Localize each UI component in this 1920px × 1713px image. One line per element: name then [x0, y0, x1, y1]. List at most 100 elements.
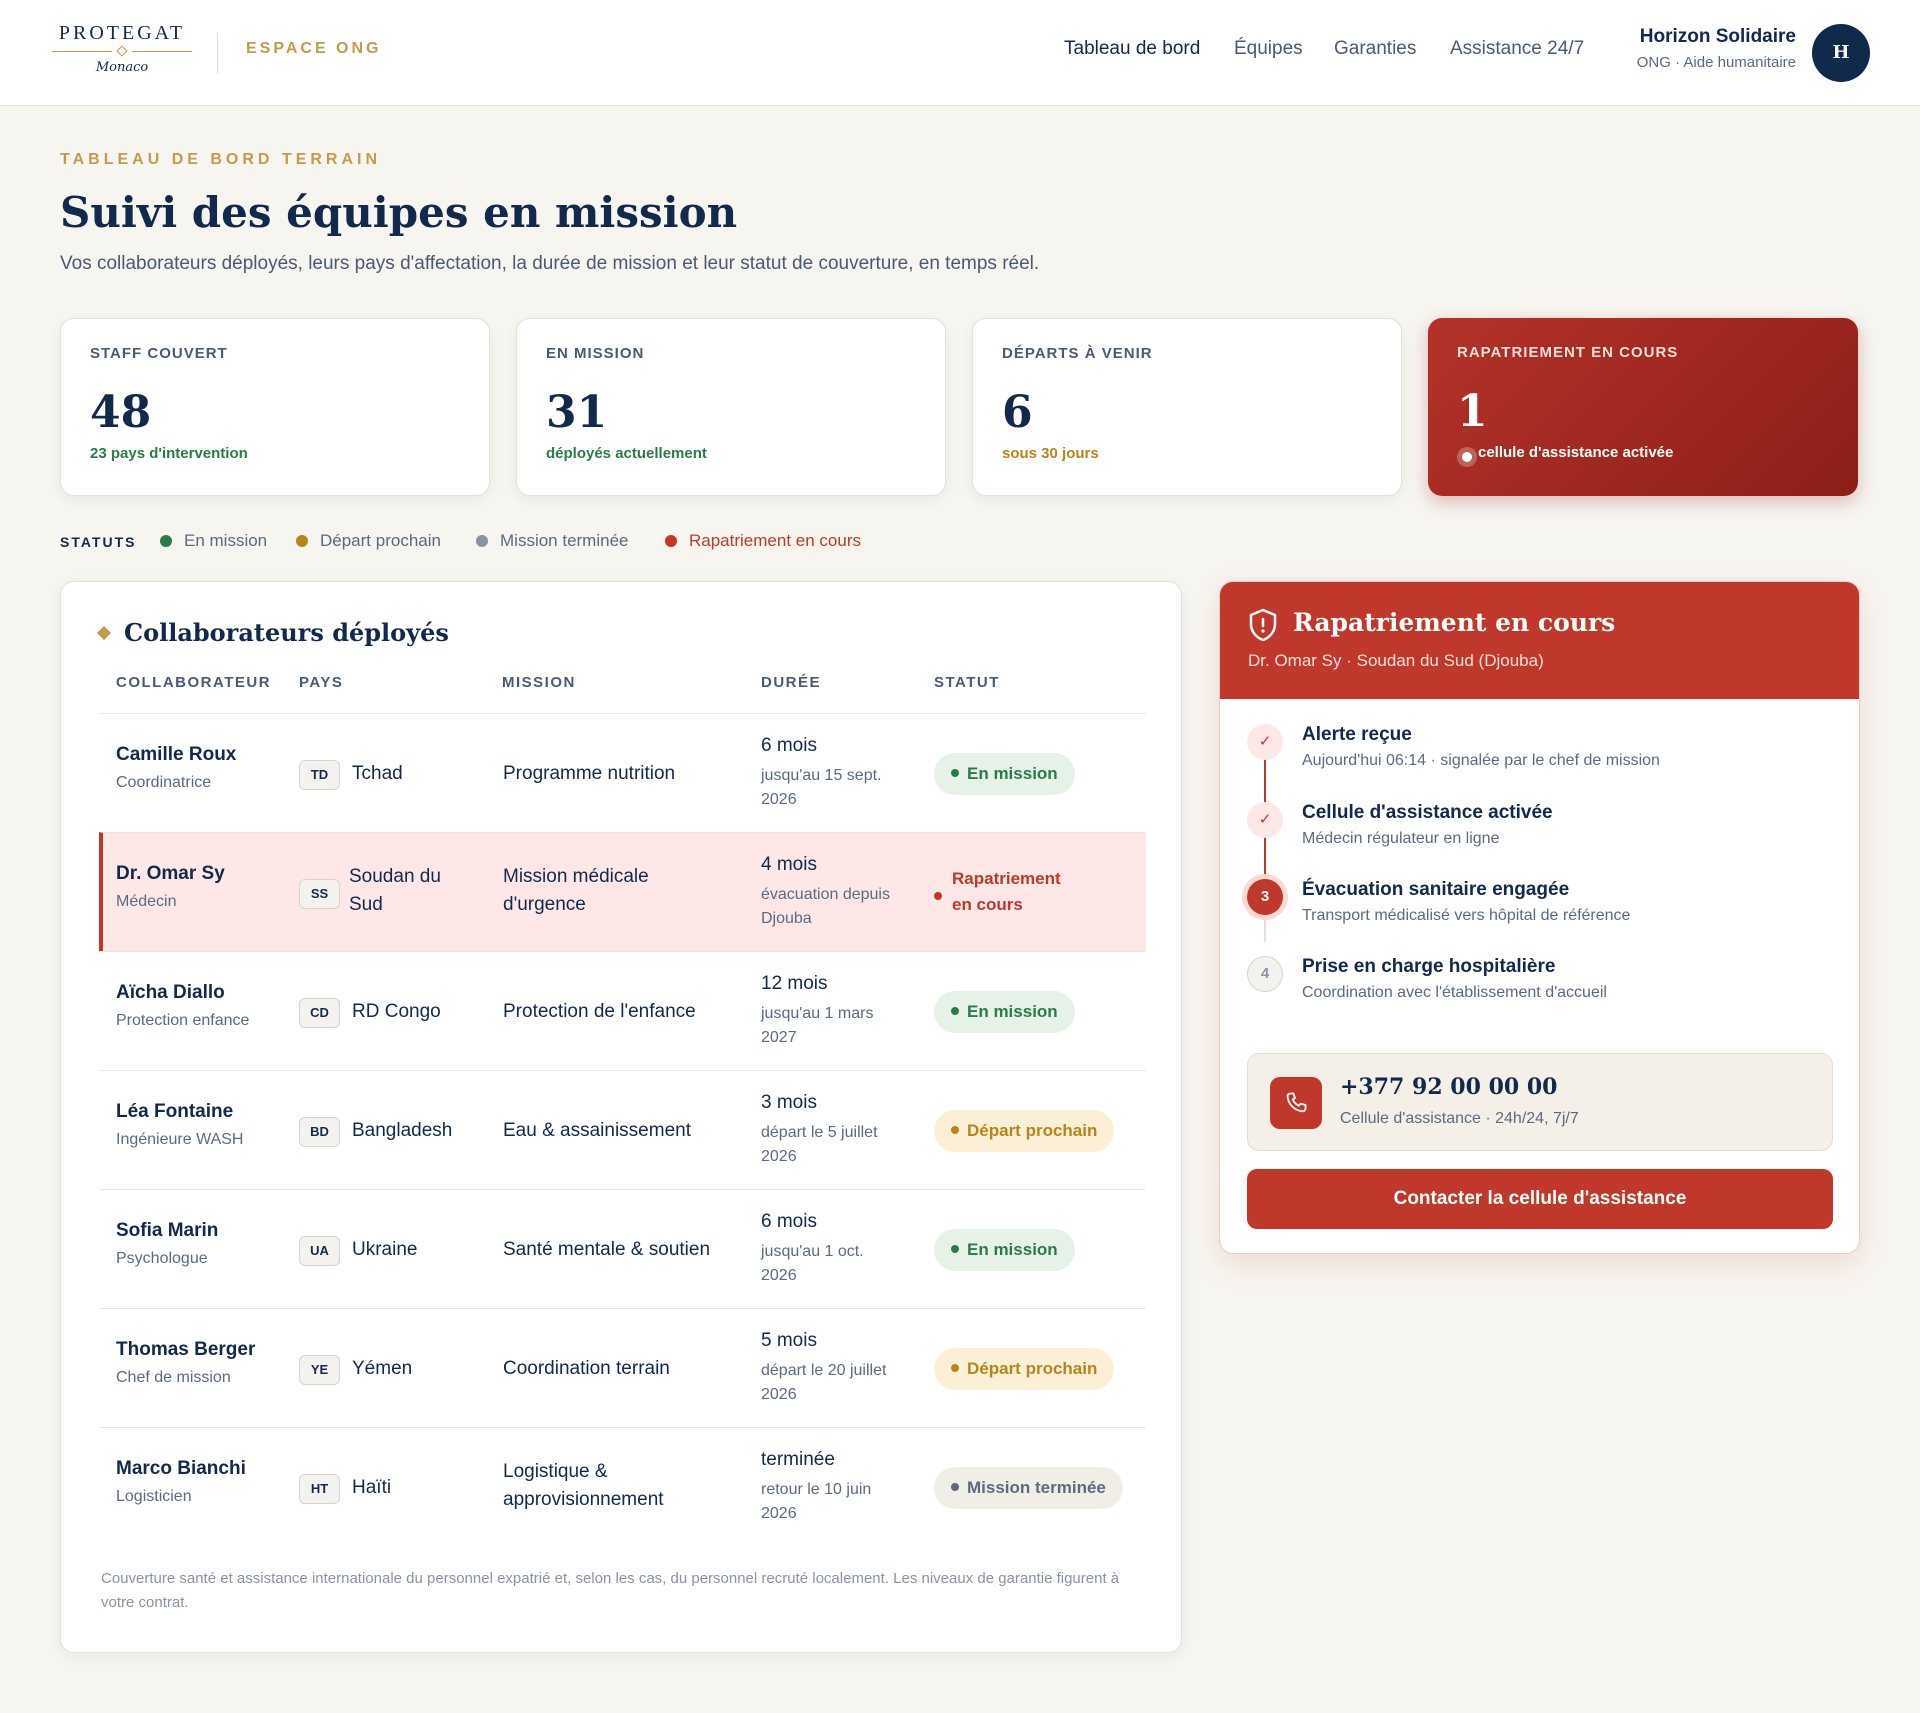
status-badge: Rapatriement en cours — [934, 866, 1084, 914]
mission-duration: 3 mois — [761, 1092, 817, 1113]
country-code-badge: SS — [299, 879, 340, 909]
avatar[interactable]: H — [1812, 24, 1870, 82]
legend-label: Mission terminée — [500, 531, 629, 550]
nav-dashboard[interactable]: Tableau de bord — [1064, 38, 1200, 60]
stat-card-departures: DÉPARTS À VENIR 6 sous 30 jours — [972, 318, 1402, 496]
stat-label: EN MISSION — [546, 345, 645, 362]
space-label: ESPACE ONG — [246, 40, 382, 57]
check-icon: ✓ — [1247, 724, 1283, 760]
status-label: Rapatriement en cours — [952, 869, 1061, 914]
stat-label: STAFF COUVERT — [90, 345, 228, 362]
legend-label: En mission — [184, 531, 268, 550]
legend-item: Rapatriement en cours — [665, 531, 861, 551]
step-title: Prise en charge hospitalière — [1302, 956, 1556, 977]
repatriation-subtitle: Dr. Omar Sy · Soudan du Sud (Djouba) — [1248, 651, 1544, 670]
column-header: DURÉE — [761, 674, 822, 691]
step-description: Coordination avec l'établissement d'accu… — [1302, 984, 1607, 1001]
assistance-phone-box: +377 92 00 00 00 Cellule d'assistance · … — [1247, 1053, 1833, 1151]
call-button[interactable] — [1270, 1077, 1322, 1129]
page-subtitle: Vos collaborateurs déployés, leurs pays … — [60, 253, 1040, 274]
status-label: Départ prochain — [967, 1121, 1098, 1140]
staff-name: Marco Bianchi — [116, 1458, 246, 1479]
assistance-availability: Cellule d'assistance · 24h/24, 7j/7 — [1340, 1110, 1579, 1127]
staff-table-body: Camille Roux Coordinatrice TD Tchad Prog… — [99, 713, 1146, 1546]
country-name: Ukraine — [352, 1239, 418, 1260]
assistance-phone-number[interactable]: +377 92 00 00 00 — [1340, 1074, 1557, 1100]
stat-subtext: 23 pays d'intervention — [90, 445, 248, 462]
status-dot-icon — [951, 769, 959, 777]
staff-role: Chef de mission — [116, 1369, 231, 1386]
mission-name: Logistique & approvisionnement — [503, 1461, 664, 1510]
nav-guarantees[interactable]: Garanties — [1334, 38, 1416, 60]
status-label: En mission — [967, 1240, 1058, 1259]
column-header: STATUT — [934, 674, 1000, 691]
step-title: Évacuation sanitaire engagée — [1302, 879, 1570, 900]
status-badge: Mission terminée — [934, 1467, 1123, 1509]
phone-icon — [1286, 1092, 1307, 1113]
logo-wordmark: PROTEGAT — [58, 22, 186, 44]
table-row[interactable]: Thomas Berger Chef de mission YE Yémen C… — [99, 1308, 1146, 1427]
country-code-badge: HT — [299, 1474, 340, 1504]
protegat-logo[interactable]: PROTEGAT Monaco — [52, 22, 192, 84]
repatriation-title: Rapatriement en cours — [1293, 608, 1616, 637]
top-bar: PROTEGAT Monaco ESPACE ONG Tableau de bo… — [0, 0, 1920, 106]
contact-assistance-button[interactable]: Contacter la cellule d'assistance — [1247, 1169, 1833, 1229]
staff-name: Camille Roux — [116, 744, 237, 765]
mission-duration: 6 mois — [761, 735, 817, 756]
column-header: COLLABORATEUR — [116, 674, 272, 691]
table-row-alert[interactable]: Dr. Omar Sy Médecin SS Soudan du Sud Mis… — [99, 832, 1146, 951]
duration-detail: départ le 5 juillet 2026 — [761, 1124, 878, 1165]
stat-label: DÉPARTS À VENIR — [1002, 345, 1153, 362]
staff-role: Médecin — [116, 893, 177, 910]
mission-name: Mission médicale d'urgence — [503, 866, 649, 915]
nav-teams[interactable]: Équipes — [1234, 38, 1303, 60]
staff-role: Protection enfance — [116, 1012, 250, 1029]
status-dot-icon — [951, 1245, 959, 1253]
status-badge: En mission — [934, 753, 1075, 795]
diamond-icon — [96, 625, 112, 641]
nav-assistance[interactable]: Assistance 24/7 — [1450, 38, 1584, 60]
country-name: RD Congo — [352, 1001, 441, 1022]
stat-subtext: sous 30 jours — [1002, 445, 1099, 462]
mission-name: Eau & assainissement — [503, 1120, 691, 1141]
table-row[interactable]: Aïcha Diallo Protection enfance CD RD Co… — [99, 951, 1146, 1070]
country-name: Yémen — [352, 1358, 413, 1379]
duration-detail: jusqu'au 1 mars 2027 — [761, 1005, 874, 1046]
mission-duration: terminée — [761, 1449, 835, 1470]
table-row[interactable]: Léa Fontaine Ingénieure WASH BD Banglade… — [99, 1070, 1146, 1189]
country-code-badge: YE — [299, 1355, 340, 1385]
duration-detail: évacuation depuis Djouba — [761, 886, 890, 927]
stat-subtext: cellule d'assistance activée — [1478, 444, 1674, 461]
page-title: Suivi des équipes en mission — [60, 188, 738, 237]
country-code-badge: UA — [299, 1236, 340, 1266]
stat-card-repatriation[interactable]: RAPATRIEMENT EN COURS 1 cellule d'assist… — [1428, 318, 1858, 496]
status-dot-icon — [934, 892, 942, 900]
stat-value: 6 — [1002, 387, 1033, 438]
duration-detail: jusqu'au 1 oct. 2026 — [761, 1243, 864, 1284]
table-row[interactable]: Marco Bianchi Logisticien HT Haïti Logis… — [99, 1427, 1146, 1546]
status-badge: En mission — [934, 1229, 1075, 1271]
country-name: Haïti — [352, 1477, 392, 1498]
card-title: Collaborateurs déployés — [124, 618, 449, 647]
status-badge: Départ prochain — [934, 1110, 1115, 1152]
status-dot-icon — [665, 535, 677, 547]
staff-role: Coordinatrice — [116, 774, 212, 791]
status-label: En mission — [967, 764, 1058, 783]
status-badge: En mission — [934, 991, 1075, 1033]
table-row[interactable]: Sofia Marin Psychologue UA Ukraine Santé… — [99, 1189, 1146, 1308]
check-icon: ✓ — [1247, 802, 1283, 838]
status-label: Départ prochain — [967, 1359, 1098, 1378]
status-dot-icon — [951, 1126, 959, 1134]
status-label: Mission terminée — [967, 1478, 1106, 1497]
logo-rule — [132, 51, 192, 52]
staff-role: Logisticien — [116, 1488, 192, 1505]
shield-icon — [1249, 608, 1277, 642]
logo-diamond-icon — [116, 45, 128, 57]
table-row[interactable]: Camille Roux Coordinatrice TD Tchad Prog… — [99, 713, 1146, 832]
country-name: Tchad — [352, 763, 403, 784]
status-dot-icon — [160, 535, 172, 547]
status-dot-icon — [476, 535, 488, 547]
step-title: Cellule d'assistance activée — [1302, 802, 1553, 823]
country-code-badge: CD — [299, 998, 340, 1028]
staff-name: Dr. Omar Sy — [116, 863, 225, 884]
